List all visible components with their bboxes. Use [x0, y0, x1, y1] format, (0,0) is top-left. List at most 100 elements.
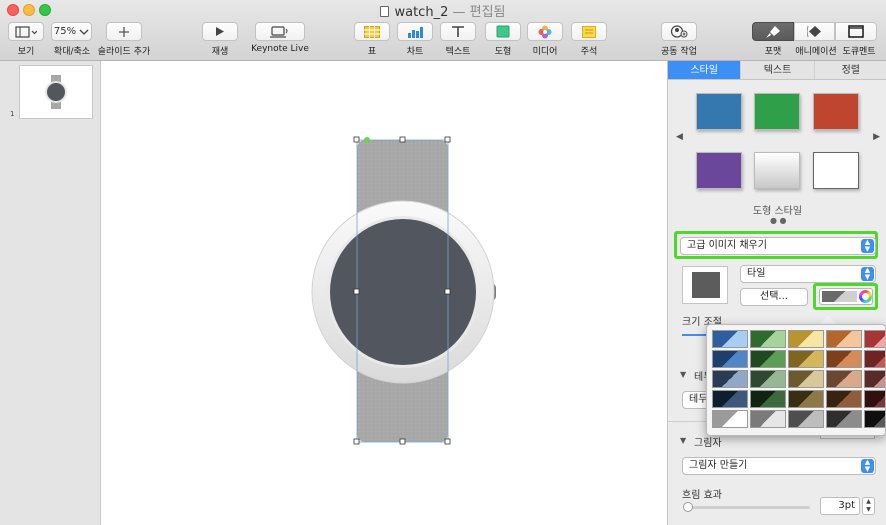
popup-stepper-icon: ▲ ▼	[861, 267, 874, 281]
palette-swatch[interactable]	[750, 370, 786, 388]
blur-slider-track[interactable]	[686, 506, 810, 509]
inspector-tabs: 스타일 텍스트 정렬	[668, 61, 886, 80]
popup-stepper-icon: ▲ ▼	[861, 239, 874, 253]
scale-mode-select[interactable]: 타일 ▲ ▼	[740, 265, 876, 283]
view-button[interactable]	[8, 22, 44, 41]
document-name: watch_2	[394, 5, 449, 20]
image-well[interactable]	[682, 266, 728, 304]
edited-status: — 편집됨	[452, 5, 506, 20]
play-button[interactable]	[202, 22, 238, 41]
palette-swatch[interactable]	[750, 410, 786, 428]
palette-swatch[interactable]	[826, 390, 862, 408]
blur-label: 흐림 효과	[682, 490, 722, 501]
add-slide-button[interactable]	[106, 22, 142, 41]
shadow-disclosure-icon[interactable]: ▼	[680, 436, 686, 445]
style-swatch-white[interactable]	[813, 152, 859, 189]
border-type-value: 테두	[689, 394, 708, 405]
tint-palette-popover	[706, 324, 886, 436]
resize-handle-bottom-right[interactable]	[444, 438, 451, 445]
palette-swatch[interactable]	[788, 330, 824, 348]
blur-value-field[interactable]: 3pt	[820, 497, 860, 515]
table-icon	[364, 25, 380, 38]
palette-swatch[interactable]	[826, 350, 862, 368]
media-label: 미디어	[532, 47, 558, 57]
tab-text[interactable]: 텍스트	[741, 61, 815, 79]
zoom-select[interactable]: 75%	[51, 22, 92, 41]
palette-swatch[interactable]	[712, 350, 748, 368]
palette-swatch[interactable]	[826, 410, 862, 428]
format-button[interactable]	[752, 22, 794, 41]
resize-handle-left[interactable]	[353, 288, 360, 295]
style-swatch-gradient[interactable]	[754, 152, 800, 189]
choose-image-button[interactable]: 선택...	[740, 288, 808, 306]
slide-canvas[interactable]	[101, 61, 667, 525]
palette-swatch[interactable]	[826, 330, 862, 348]
chart-button[interactable]	[397, 22, 433, 41]
palette-swatch[interactable]	[864, 350, 885, 368]
previous-styles-arrow-icon[interactable]: ◀	[676, 132, 683, 142]
style-swatch-green[interactable]	[754, 93, 800, 130]
palette-swatch[interactable]	[788, 350, 824, 368]
style-swatch-red[interactable]	[813, 93, 859, 130]
resize-handle-top-right[interactable]	[444, 136, 451, 143]
border-disclosure-icon[interactable]: ▼	[680, 370, 686, 379]
resize-handle-bottom-left[interactable]	[353, 438, 360, 445]
palette-swatch[interactable]	[712, 410, 748, 428]
plus-icon	[119, 26, 129, 37]
play-label: 재생	[211, 47, 229, 57]
fill-type-select[interactable]: 고급 이미지 채우기 ▲ ▼	[680, 237, 876, 255]
resize-handle-bottom[interactable]	[399, 438, 406, 445]
media-icon	[538, 25, 552, 38]
blur-slider-knob[interactable]	[683, 502, 693, 512]
style-swatch-blue[interactable]	[696, 93, 742, 130]
comment-button[interactable]	[571, 22, 607, 41]
fill-type-value: 고급 이미지 채우기	[687, 240, 767, 251]
palette-swatch[interactable]	[788, 390, 824, 408]
palette-swatch[interactable]	[750, 350, 786, 368]
palette-swatch[interactable]	[788, 410, 824, 428]
palette-swatch[interactable]	[826, 370, 862, 388]
sidebar-view-icon	[15, 25, 37, 38]
slide-navigator: 1	[0, 61, 101, 525]
palette-swatch[interactable]	[712, 390, 748, 408]
play-icon	[216, 27, 224, 36]
palette-swatch[interactable]	[750, 330, 786, 348]
palette-swatch[interactable]	[864, 330, 885, 348]
palette-swatch[interactable]	[712, 330, 748, 348]
media-button[interactable]	[527, 22, 563, 41]
collaborate-label: 공동 작업	[661, 47, 697, 57]
palette-swatch[interactable]	[712, 370, 748, 388]
tab-style[interactable]: 스타일	[668, 61, 742, 79]
shadow-type-select[interactable]: 그림자 만들기 ▲ ▼	[682, 457, 876, 475]
color-wheel-icon[interactable]	[859, 290, 872, 303]
blur-stepper-icon[interactable]: ▲ ▼	[862, 497, 875, 515]
tab-arrange[interactable]: 정렬	[814, 61, 886, 79]
rotation-handle[interactable]	[364, 137, 370, 143]
format-inspector: 스타일 텍스트 정렬 ◀ ▶ 도형 스타일 ● ● 고급 이미지 채우기 ▲ ▼ …	[667, 61, 886, 525]
document-button[interactable]	[835, 22, 877, 41]
table-button[interactable]	[354, 22, 390, 41]
table-label: 표	[367, 47, 377, 57]
animate-button[interactable]	[794, 22, 835, 41]
slide-thumbnail[interactable]	[19, 65, 93, 119]
resize-handle-right[interactable]	[444, 288, 451, 295]
palette-swatch[interactable]	[864, 410, 885, 428]
palette-swatch[interactable]	[864, 370, 885, 388]
keynote-live-icon	[270, 25, 288, 38]
chevron-down-icon	[79, 29, 89, 35]
collaborate-button[interactable]	[661, 22, 697, 41]
resize-handle-top[interactable]	[399, 136, 406, 143]
resize-handle-top-left[interactable]	[353, 136, 360, 143]
keynote-live-button[interactable]	[255, 22, 305, 41]
watch-drawing	[311, 136, 496, 445]
style-swatch-purple[interactable]	[696, 152, 742, 189]
palette-swatch[interactable]	[750, 390, 786, 408]
shape-button[interactable]	[485, 22, 521, 41]
text-button[interactable]	[440, 22, 476, 41]
palette-swatch[interactable]	[864, 390, 885, 408]
palette-swatch[interactable]	[788, 370, 824, 388]
tint-color-well[interactable]	[819, 288, 873, 305]
watch-thumbnail-image	[45, 75, 67, 109]
comment-label: 주석	[580, 47, 598, 57]
next-styles-arrow-icon[interactable]: ▶	[873, 132, 880, 142]
